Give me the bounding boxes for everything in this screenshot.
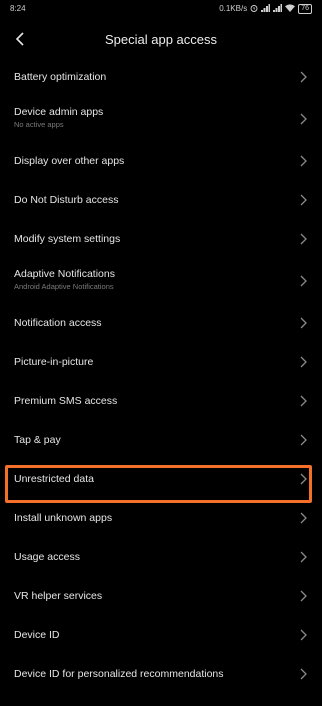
list-item-unrestricted-data[interactable]: Unrestricted data [0,460,322,499]
list-item-label: Display over other apps [14,155,125,167]
chevron-right-icon [300,113,307,125]
list-item-install-unknown-apps[interactable]: Install unknown apps [0,499,322,538]
chevron-right-icon [300,434,307,446]
app-bar: Special app access [0,26,322,54]
status-time: 8:24 [10,4,26,13]
list-item-premium-sms-access[interactable]: Premium SMS access [0,382,322,421]
chevron-right-icon [300,473,307,485]
list-item-label: Device ID for personalized recommendatio… [14,668,224,680]
list-item-label: Device ID [14,629,60,641]
list-item-battery-optimization[interactable]: Battery optimization [0,58,322,97]
list-item-label: Picture-in-picture [14,356,94,368]
chevron-right-icon [300,194,307,206]
list-item-label: Unrestricted data [14,473,94,485]
list-item-subtitle: Android Adaptive Notifications [14,282,114,291]
wifi-icon [285,4,296,14]
chevron-right-icon [300,395,307,407]
chevron-right-icon [300,629,307,641]
status-icons: 0.1KB/s 76 [219,4,312,14]
list-item-label: VR helper services [14,590,103,602]
list-item-label: Battery optimization [14,71,107,83]
chevron-right-icon [300,668,307,680]
list-item-device-id[interactable]: Device ID [0,616,322,655]
list-item-label: Notification access [14,317,102,329]
list-item-label: Device admin apps [14,106,104,118]
chevron-right-icon [300,317,307,329]
list-item-label: Install unknown apps [14,512,113,524]
signal-icon [261,4,271,14]
list-item-device-admin-apps[interactable]: Device admin apps No active apps [0,97,322,142]
list-item-label: Premium SMS access [14,395,118,407]
chevron-right-icon [300,512,307,524]
list-item-label: Do Not Disturb access [14,194,119,206]
list-item-notification-access[interactable]: Notification access [0,304,322,343]
list-item-label: Adaptive Notifications [14,268,115,280]
chevron-right-icon [300,71,307,83]
settings-list: Battery optimization Device admin apps N… [0,58,322,694]
list-item-picture-in-picture[interactable]: Picture-in-picture [0,343,322,382]
list-item-subtitle: No active apps [14,120,64,129]
alarm-icon [250,4,258,14]
list-item-label: Usage access [14,551,80,563]
list-item-display-over-other-apps[interactable]: Display over other apps [0,142,322,181]
chevron-right-icon [300,155,307,167]
list-item-label: Modify system settings [14,233,121,245]
chevron-right-icon [300,590,307,602]
page-title: Special app access [104,32,217,47]
status-bar: 8:24 0.1KB/s 76 [0,0,322,18]
battery-icon: 76 [298,4,312,14]
network-speed: 0.1KB/s [219,4,248,13]
list-item-do-not-disturb-access[interactable]: Do Not Disturb access [0,181,322,220]
list-item-device-id-personalized[interactable]: Device ID for personalized recommendatio… [0,655,322,694]
chevron-right-icon [300,551,307,563]
chevron-right-icon [300,356,307,368]
list-item-vr-helper-services[interactable]: VR helper services [0,577,322,616]
list-item-modify-system-settings[interactable]: Modify system settings [0,220,322,259]
signal-icon [273,4,283,14]
list-item-label: Tap & pay [14,434,61,446]
list-item-tap-and-pay[interactable]: Tap & pay [0,421,322,460]
list-item-usage-access[interactable]: Usage access [0,538,322,577]
chevron-right-icon [300,233,307,245]
list-item-adaptive-notifications[interactable]: Adaptive Notifications Android Adaptive … [0,259,322,304]
chevron-right-icon [300,275,307,287]
